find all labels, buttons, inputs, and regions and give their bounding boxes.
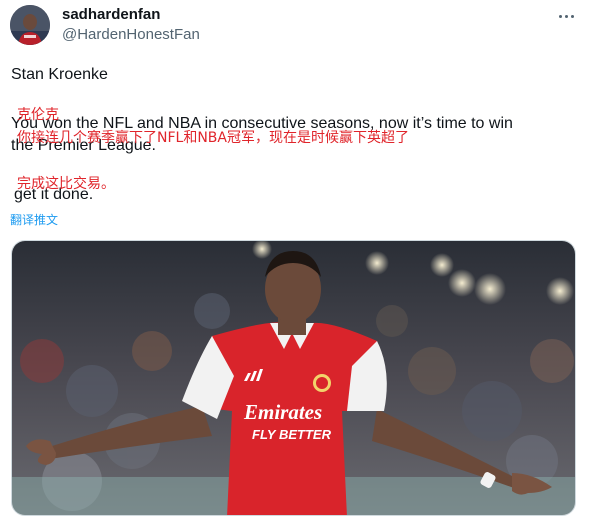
translation-line-3: 完成这比交易。 [17, 176, 115, 192]
tweet-line-1: Stan Kroenke [11, 66, 108, 83]
more-options-icon[interactable] [552, 6, 580, 26]
player-avatar-icon [10, 5, 50, 45]
shirt-sponsor-line-2: FLY BETTER [252, 427, 332, 442]
translate-tweet-link[interactable]: 翻译推文 [10, 211, 58, 228]
celebration-photo: Emirates FLY BETTER [12, 241, 575, 515]
translation-line-2: 你接连几个赛季赢下了NFL和NBA冠军，现在是时候赢下英超了 [17, 130, 409, 146]
user-avatar[interactable] [10, 5, 50, 45]
translation-line-1: 克伦克 [17, 107, 59, 123]
shirt-sponsor-line-1: Emirates [243, 400, 322, 424]
tweet-media-image[interactable]: Emirates FLY BETTER [11, 240, 576, 516]
user-handle[interactable]: @HardenHonestFan [62, 26, 200, 43]
display-name[interactable]: sadhardenfan [62, 6, 160, 23]
tweet-card: sadhardenfan @HardenHonestFan Stan Kroen… [0, 0, 589, 525]
